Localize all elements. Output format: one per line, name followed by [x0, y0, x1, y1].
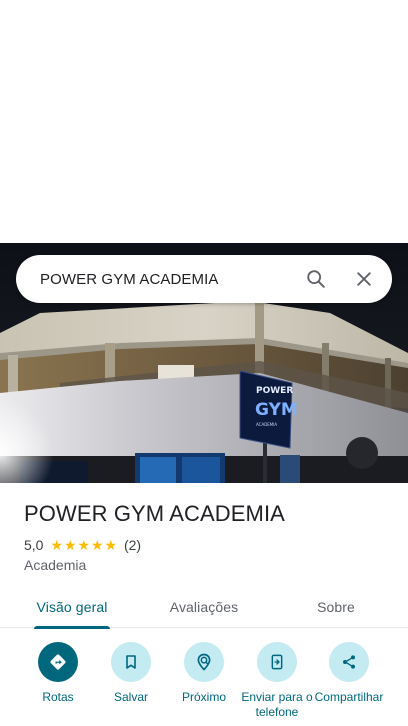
tab-about[interactable]: Sobre: [288, 586, 384, 628]
place-category: Academia: [24, 557, 87, 573]
tab-label: Avaliações: [169, 599, 239, 615]
star-rating: ★ ★ ★ ★ ★: [50, 538, 118, 552]
rating-value: 5,0: [24, 537, 44, 553]
place-title: POWER GYM ACADEMIA: [24, 501, 285, 526]
star-icon: ★: [104, 537, 118, 553]
star-icon: ★: [90, 537, 104, 553]
action-label: Rotas: [42, 690, 74, 704]
tab-active-indicator: [34, 626, 110, 629]
action-label: Enviar para o telefone: [241, 690, 313, 719]
sign-text-sub: ACADEMIA: [256, 422, 277, 427]
directions-icon[interactable]: [38, 642, 78, 682]
directions-button[interactable]: Rotas: [20, 642, 96, 705]
close-icon[interactable]: [340, 255, 388, 303]
share-button[interactable]: Compartilhar: [311, 642, 387, 705]
nearby-icon[interactable]: [184, 642, 224, 682]
star-icon: ★: [50, 537, 64, 553]
send-to-phone-button[interactable]: Enviar para o telefone: [239, 642, 315, 720]
send-to-phone-icon[interactable]: [257, 642, 297, 682]
star-icon: ★: [63, 537, 77, 553]
share-icon[interactable]: [329, 642, 369, 682]
search-icon[interactable]: [292, 255, 340, 303]
action-label: Próximo: [181, 690, 226, 704]
action-row: Rotas Salvar Próximo Enviar para o telef…: [0, 642, 408, 726]
tab-label: Visão geral: [36, 599, 108, 615]
rating-row[interactable]: 5,0 ★ ★ ★ ★ ★ (2): [24, 536, 394, 554]
tab-reviews[interactable]: Avaliações: [156, 586, 252, 628]
action-label: Compartilhar: [314, 690, 384, 704]
star-icon: ★: [77, 537, 91, 553]
search-query[interactable]: POWER GYM ACADEMIA: [40, 271, 292, 288]
sign-text-top: POWER: [256, 386, 293, 396]
sign-text-main: GYM: [255, 400, 298, 420]
nearby-button[interactable]: Próximo: [166, 642, 242, 705]
tab-bar: Visão geral Avaliações Sobre: [0, 586, 408, 629]
review-count[interactable]: (2): [124, 537, 141, 553]
action-label: Salvar: [113, 690, 148, 704]
save-button[interactable]: Salvar: [93, 642, 169, 705]
place-details: POWER GYM ACADEMIA 5,0 ★ ★ ★ ★ ★ (2) Aca…: [24, 500, 394, 573]
tab-overview[interactable]: Visão geral: [24, 586, 120, 629]
bookmark-icon[interactable]: [111, 642, 151, 682]
tab-label: Sobre: [317, 599, 355, 615]
search-bar[interactable]: POWER GYM ACADEMIA: [16, 255, 392, 303]
map-blank-area: [0, 0, 408, 243]
